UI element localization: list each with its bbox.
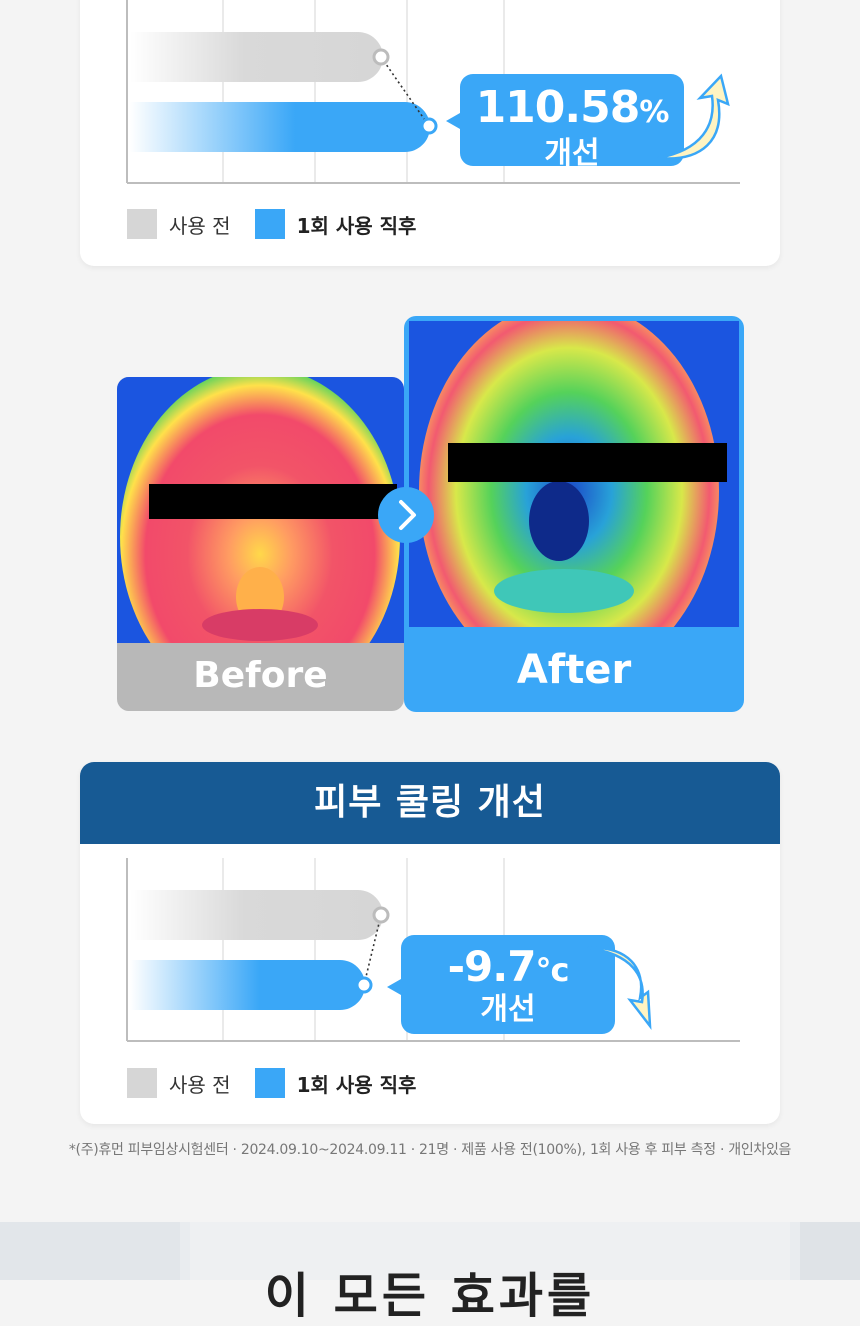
improvement-value: -9.7 bbox=[447, 942, 537, 991]
legend-label-before: 사용 전 bbox=[169, 213, 231, 238]
legend-label-before: 사용 전 bbox=[169, 1072, 231, 1097]
chart-legend: 사용 전 1회 사용 직후 bbox=[127, 1068, 440, 1098]
after-bar-end-dot bbox=[355, 976, 373, 994]
after-thermal-photo: After bbox=[404, 316, 744, 712]
eye-censor-bar bbox=[149, 484, 397, 519]
after-thermal-image bbox=[409, 321, 739, 627]
before-bar-end-dot bbox=[372, 48, 390, 66]
improvement-label: 개선 bbox=[544, 136, 600, 171]
after-label: After bbox=[516, 647, 632, 693]
clinical-footnote: *(주)휴먼 피부임상시험센터 · 2024.09.10~2024.09.11 … bbox=[68, 1142, 792, 1158]
legend-after: 1회 사용 직후 bbox=[254, 209, 417, 239]
after-bar-end-dot bbox=[420, 117, 438, 135]
eye-censor-bar bbox=[448, 443, 727, 482]
chart-legend: 사용 전 1회 사용 직후 bbox=[127, 209, 440, 239]
legend-after: 1회 사용 직후 bbox=[254, 1068, 417, 1098]
improvement-label: 개선 bbox=[480, 992, 536, 1027]
improvement-unit: % bbox=[639, 95, 669, 130]
next-chevron-badge bbox=[378, 487, 434, 543]
improvement-value: 110.58 bbox=[475, 82, 641, 133]
before-thermal-photo: Before bbox=[117, 377, 404, 711]
before-bar-end-dot bbox=[372, 906, 390, 924]
improvement-text: -9.7°c 개선 bbox=[402, 944, 614, 1027]
before-bar bbox=[130, 890, 383, 940]
chevron-right-icon bbox=[399, 500, 416, 530]
after-bar bbox=[130, 102, 430, 152]
legend-before: 사용 전 bbox=[127, 209, 231, 239]
improvement-text: 110.58% 개선 bbox=[460, 84, 684, 171]
moisture-chart-card: 110.58% 개선 사용 전 1회 사용 직후 bbox=[80, 0, 780, 266]
next-section-title: 이 모든 효과를 bbox=[264, 1268, 596, 1324]
before-bar bbox=[130, 32, 383, 82]
legend-swatch-after bbox=[254, 1068, 285, 1098]
before-thermal-image bbox=[117, 377, 404, 643]
before-label: Before bbox=[193, 655, 328, 696]
improvement-unit: °c bbox=[535, 951, 569, 989]
legend-swatch-before bbox=[127, 1068, 157, 1098]
legend-swatch-before bbox=[127, 209, 157, 239]
legend-label-after: 1회 사용 직후 bbox=[296, 1072, 417, 1097]
legend-label-after: 1회 사용 직후 bbox=[296, 213, 417, 238]
legend-swatch-after bbox=[254, 209, 285, 239]
cooling-chart-card: 피부 쿨링 개선 -9.7°c 개선 사용 전 1회 사용 직후 bbox=[80, 762, 780, 1124]
after-bar bbox=[130, 960, 365, 1010]
legend-before: 사용 전 bbox=[127, 1068, 231, 1098]
